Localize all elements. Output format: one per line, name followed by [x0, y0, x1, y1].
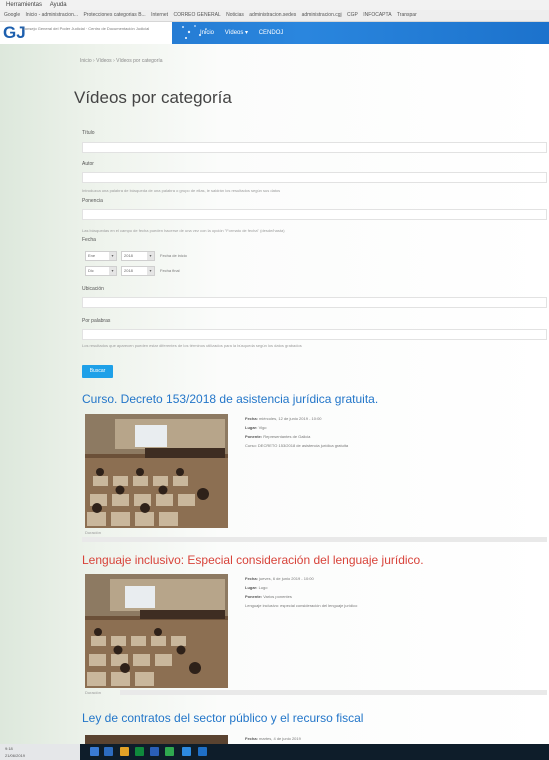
explorer-icon[interactable]: [120, 747, 129, 756]
os-taskbar: [0, 744, 549, 760]
date-label: Fecha: [82, 237, 96, 243]
video-meta: Fecha: miércoles, 12 de junio 2019 - 10:…: [245, 414, 348, 450]
menu-tools[interactable]: Herramientas: [6, 2, 42, 8]
breadcrumb[interactable]: Inicio › Vídeos › Vídeos por categoría: [80, 58, 163, 64]
title-input[interactable]: [82, 142, 547, 153]
author-input[interactable]: [82, 172, 547, 183]
meta-key: Lugar:: [245, 585, 258, 590]
date-from-year-select[interactable]: 2018 ▾: [121, 251, 155, 261]
meta-key: Fecha:: [245, 416, 258, 421]
video-meta: Fecha: jueves, 6 de junio 2019 - 10:00 L…: [245, 574, 357, 610]
help-text: Los resultados que aparecen pueden estar…: [82, 343, 302, 348]
keywords-label: Por palabras: [82, 318, 111, 324]
video-title-link[interactable]: Ley de contratos del sector público y el…: [82, 711, 363, 725]
date-to-year-value: 2018: [124, 268, 133, 273]
bookmark-item[interactable]: administracion.cgj: [302, 10, 342, 21]
search-button[interactable]: Buscar: [82, 365, 113, 378]
meta-key: Ponente:: [245, 434, 263, 439]
speaker-input[interactable]: [82, 209, 547, 220]
conference-room-image: [85, 574, 228, 688]
logo-text: Consejo General del Poder Judicial · Cen…: [22, 26, 150, 31]
meta-key: Lugar:: [245, 425, 258, 430]
meta-value: martes, 4 de junio 2019: [259, 736, 301, 741]
meta-key: Fecha:: [245, 736, 258, 741]
nav-item-home[interactable]: Inicio: [200, 30, 214, 36]
location-label: Ubicación: [82, 286, 104, 292]
task-view-icon[interactable]: [104, 747, 113, 756]
chevron-down-icon: ▾: [109, 267, 116, 275]
meta-key: Ponente:: [245, 594, 263, 599]
bookmark-item[interactable]: Inicio - administracion...: [26, 10, 79, 21]
taskbar-clock[interactable]: 9:18 21/06/2019: [0, 744, 80, 760]
site-header: GJ Consejo General del Poder Judicial · …: [0, 22, 549, 44]
search-icon[interactable]: [90, 747, 99, 756]
conference-room-image: [85, 414, 228, 528]
meta-key: Fecha:: [245, 576, 258, 581]
outlook-icon[interactable]: [182, 747, 191, 756]
word-icon[interactable]: [150, 747, 159, 756]
help-text: Introduzca una palabra de búsqueda de un…: [82, 188, 281, 193]
keywords-input[interactable]: [82, 329, 547, 340]
help-text: Las búsquedas en el campo de fecha puede…: [82, 228, 285, 233]
browser-icon[interactable]: [198, 747, 207, 756]
location-input[interactable]: [82, 297, 547, 308]
video-meta: Fecha: martes, 4 de junio 2019: [245, 734, 301, 743]
bookmark-item[interactable]: Noticias: [226, 10, 244, 21]
date-to-month-select[interactable]: Dic ▾: [85, 266, 117, 276]
meta-value: Representantes de Galicia: [263, 434, 311, 439]
date-from-caption: Fecha de inicio: [160, 253, 187, 258]
video-duration: Duración: [85, 690, 102, 695]
date-from-year-value: 2018: [124, 253, 133, 258]
meta-value: Lugo: [258, 585, 268, 590]
nav-item-cendoj[interactable]: CENDOJ: [259, 30, 284, 36]
video-title-link[interactable]: Lenguaje inclusivo: Especial consideraci…: [82, 553, 424, 567]
bookmark-item[interactable]: INFOCAPTA: [363, 10, 391, 21]
chevron-down-icon: ▾: [109, 252, 116, 260]
bookmark-item[interactable]: Internet: [151, 10, 168, 21]
bookmark-item[interactable]: Protecciones categorias B...: [83, 10, 145, 21]
date-from-month-value: Ene: [88, 253, 96, 258]
bookmark-item[interactable]: CORREO GENERAL: [173, 10, 220, 21]
date-to-year-select[interactable]: 2018 ▾: [121, 266, 155, 276]
video-thumbnail[interactable]: [85, 735, 228, 744]
bookmarks-bar: Google Inicio - administracion... Protec…: [0, 10, 549, 22]
browser-menubar: Herramientas Ayuda: [0, 0, 549, 10]
title-label: Título: [82, 130, 95, 136]
date-to-caption: Fecha final: [160, 268, 180, 273]
page-title: Vídeos por categoría: [74, 88, 232, 107]
author-label: Autor: [82, 161, 94, 167]
video-thumbnail[interactable]: [85, 414, 228, 528]
video-thumbnail[interactable]: [85, 574, 228, 688]
chevron-down-icon: ▾: [147, 252, 154, 260]
clock-time: 9:18: [5, 746, 13, 751]
meta-value: Varios ponentes: [263, 594, 292, 599]
menu-help[interactable]: Ayuda: [50, 2, 67, 8]
meta-value: jueves, 6 de junio 2019 - 10:00: [259, 576, 314, 581]
meta-value: Vigo: [258, 425, 267, 430]
chrome-icon[interactable]: [165, 747, 174, 756]
main-nav: Inicio Vídeos ▾ CENDOJ: [200, 22, 292, 44]
clock-date: 21/06/2019: [5, 753, 26, 758]
video-duration: Duración: [85, 530, 102, 535]
bookmark-item[interactable]: CGP: [347, 10, 358, 21]
video-title-link[interactable]: Curso. Decreto 153/2018 de asistencia ju…: [82, 392, 378, 406]
bookmark-item[interactable]: administracion.sedes: [249, 10, 296, 21]
nav-item-videos[interactable]: Vídeos ▾: [225, 30, 248, 36]
separator: [120, 690, 547, 695]
speaker-label: Ponencia: [82, 198, 103, 204]
bookmark-item[interactable]: Google: [4, 10, 20, 21]
date-to-month-value: Dic: [88, 268, 94, 273]
chevron-down-icon: ▾: [147, 267, 154, 275]
excel-icon[interactable]: [135, 747, 144, 756]
meta-value: miércoles, 12 de junio 2019 - 10:00: [259, 416, 322, 421]
bookmark-item[interactable]: Transpar: [397, 10, 417, 21]
date-from-month-select[interactable]: Ene ▾: [85, 251, 117, 261]
site-logo[interactable]: GJ Consejo General del Poder Judicial · …: [0, 22, 172, 44]
meta-description: Curso: DECRETO 153/2018 de asistencia ju…: [245, 443, 349, 448]
separator: [82, 537, 547, 542]
meta-description: Lenguaje inclusivo: especial consideraci…: [245, 603, 358, 608]
